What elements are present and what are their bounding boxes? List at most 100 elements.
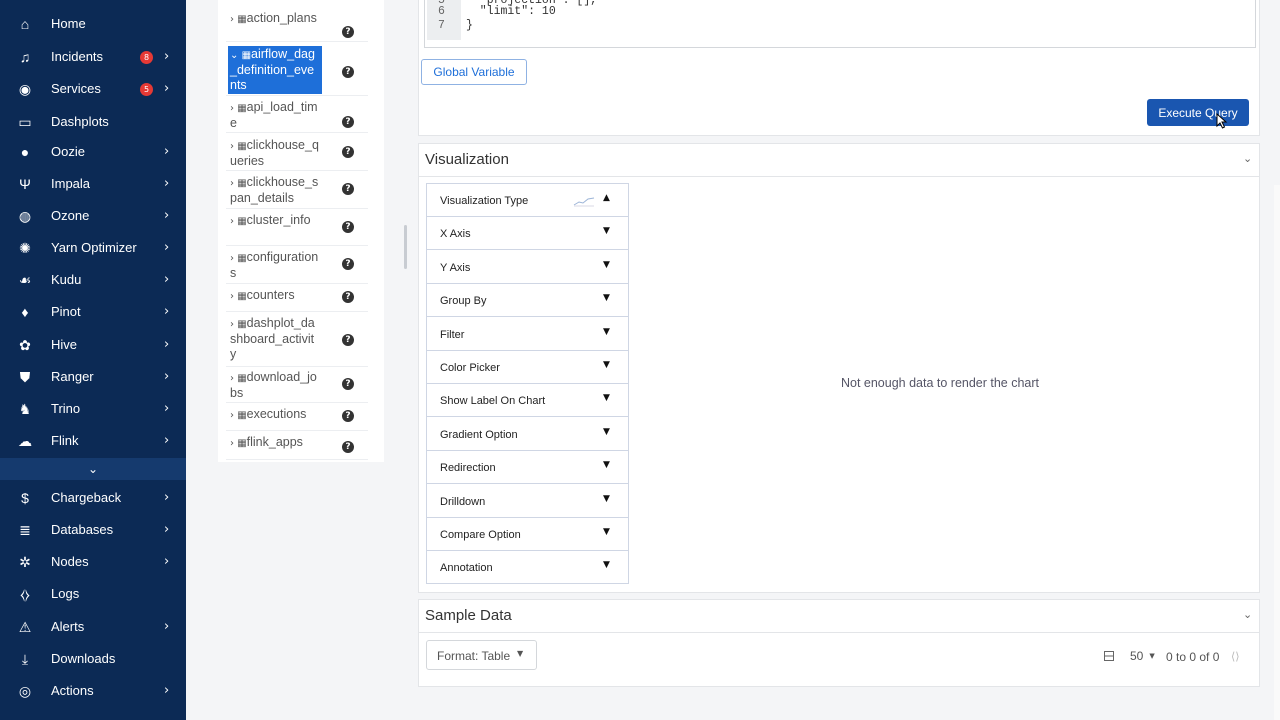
table-list-item[interactable]: › ▦configurations? bbox=[226, 247, 368, 284]
panel-resize-handle[interactable] bbox=[404, 225, 407, 269]
viz-option-gradient-option[interactable]: Gradient Option ▼ bbox=[427, 418, 628, 451]
viz-option-label: Group By bbox=[440, 295, 487, 308]
sidebar-item-services[interactable]: ◉ Services 5 › bbox=[0, 75, 186, 103]
sidebar-item-ozone[interactable]: ◍ Ozone › bbox=[0, 202, 186, 230]
page-scrollbar[interactable] bbox=[1274, 185, 1280, 720]
table-list-item[interactable]: › ▦cluster_info? bbox=[226, 210, 368, 246]
line-chart-icon bbox=[573, 194, 595, 207]
chevron-right-icon: › bbox=[164, 619, 170, 634]
sidebar-item-impala[interactable]: Ψ Impala › bbox=[0, 170, 186, 198]
empty-chart-message: Not enough data to render the chart bbox=[840, 376, 1040, 390]
help-icon[interactable]: ? bbox=[342, 183, 354, 195]
sidebar-item-label: Alerts bbox=[51, 619, 85, 634]
sidebar-item-label: Chargeback bbox=[51, 490, 122, 505]
chevron-down-icon[interactable]: ⌄ bbox=[1243, 152, 1255, 165]
help-icon[interactable]: ? bbox=[342, 291, 354, 303]
table-list-item[interactable]: ⌄ ▦airflow_dag_definition_events? bbox=[226, 44, 368, 96]
chevron-right-icon: › bbox=[164, 683, 170, 698]
sidebar-item-databases[interactable]: ≣ Databases › bbox=[0, 516, 186, 544]
table-list-item[interactable]: › ▦clickhouse_span_details? bbox=[226, 172, 368, 209]
sample-data-header[interactable] bbox=[418, 599, 1260, 633]
help-icon[interactable]: ? bbox=[342, 378, 354, 390]
viz-option-label: Color Picker bbox=[440, 362, 500, 374]
pinot-icon: ♦ bbox=[21, 304, 29, 320]
chevron-right-icon: › bbox=[164, 369, 170, 384]
help-icon[interactable]: ? bbox=[342, 116, 354, 128]
viz-option-show-label-on-chart[interactable]: Show Label On Chart ▼ bbox=[427, 384, 628, 418]
viz-option-x-axis[interactable]: X Axis ▼ bbox=[427, 217, 628, 251]
caret-down-icon: ▼ bbox=[603, 426, 610, 437]
viz-option-compare-option[interactable]: Compare Option ▼ bbox=[427, 518, 628, 551]
viz-option-visualization-type[interactable]: Visualization Type ▲ bbox=[427, 184, 628, 217]
viz-option-group-by[interactable]: Group By ▼ bbox=[427, 284, 628, 318]
page-size-select[interactable]: 50 ▼ bbox=[1104, 649, 1155, 663]
table-name: › ▦download_jobs bbox=[228, 369, 322, 402]
format-dropdown[interactable]: Format: Table ▼ bbox=[426, 640, 537, 670]
table-list-item[interactable]: › ▦dashplot_dashboard_activity? bbox=[226, 313, 368, 367]
sidebar-expand-toggle[interactable]: ⌄ bbox=[0, 458, 186, 480]
table-name: › ▦executions bbox=[228, 406, 322, 424]
sidebar-item-label: Databases bbox=[51, 522, 114, 537]
sidebar-item-downloads[interactable]: ⤓ Downloads bbox=[0, 645, 186, 673]
sidebar-item-nodes[interactable]: ✲ Nodes › bbox=[0, 548, 186, 576]
sidebar-item-alerts[interactable]: ⚠ Alerts › bbox=[0, 613, 186, 641]
sidebar-item-hive[interactable]: ✿ Hive › bbox=[0, 331, 186, 359]
visualization-header[interactable] bbox=[418, 143, 1260, 177]
code-line[interactable]: } bbox=[466, 19, 473, 32]
help-icon[interactable]: ? bbox=[342, 258, 354, 270]
caret-down-icon: ▼ bbox=[603, 560, 610, 571]
table-name-label: counters bbox=[246, 288, 295, 302]
chevron-down-icon[interactable]: ⌄ bbox=[1243, 608, 1255, 621]
viz-option-redirection[interactable]: Redirection ▼ bbox=[427, 451, 628, 485]
sidebar-item-pinot[interactable]: ♦ Pinot › bbox=[0, 298, 186, 326]
caret-down-icon: ▼ bbox=[603, 226, 610, 237]
sidebar-item-dashplots[interactable]: ▭ Dashplots bbox=[0, 108, 186, 136]
caret-down-icon: ▼ bbox=[603, 393, 610, 404]
help-icon[interactable]: ? bbox=[342, 441, 354, 453]
sidebar-item-logs[interactable]: ⧼⧽ Logs bbox=[0, 580, 186, 608]
pagination-arrows-icon[interactable]: ⟨⟩ bbox=[1231, 650, 1240, 663]
table-list-item[interactable]: › ▦counters? bbox=[226, 285, 368, 312]
table-name-label: action_plans bbox=[246, 11, 317, 25]
table-list-item[interactable]: › ▦clickhouse_queries? bbox=[226, 135, 368, 171]
sidebar-item-trino[interactable]: ♞ Trino › bbox=[0, 395, 186, 423]
help-icon[interactable]: ? bbox=[342, 26, 354, 38]
viz-option-annotation[interactable]: Annotation ▼ bbox=[427, 551, 628, 585]
sidebar-item-incidents[interactable]: ♫ Incidents 8 › bbox=[0, 43, 186, 71]
sidebar-item-kudu[interactable]: ☙ Kudu › bbox=[0, 266, 186, 294]
viz-option-label: Annotation bbox=[440, 562, 493, 575]
table-grid-icon: ▦ bbox=[241, 50, 252, 61]
table-grid-icon: ▦ bbox=[237, 373, 247, 384]
sidebar-item-ranger[interactable]: ⛊ Ranger › bbox=[0, 363, 186, 391]
table-list-panel: › ▦action_plans? ⌄ ▦airflow_dag_definitio… bbox=[218, 0, 384, 462]
code-line[interactable]: "limit": 10 bbox=[466, 5, 556, 18]
table-list-item[interactable]: › ▦download_jobs? bbox=[226, 367, 368, 403]
help-icon[interactable]: ? bbox=[342, 221, 354, 233]
sidebar-item-label: Trino bbox=[51, 401, 81, 416]
viz-option-y-axis[interactable]: Y Axis ▼ bbox=[427, 251, 628, 284]
viz-option-color-picker[interactable]: Color Picker ▼ bbox=[427, 351, 628, 384]
sidebar-item-chargeback[interactable]: $ Chargeback › bbox=[0, 484, 186, 512]
sidebar-item-oozie[interactable]: ● Oozie › bbox=[0, 138, 186, 166]
viz-option-filter[interactable]: Filter ▼ bbox=[427, 318, 628, 351]
table-list-item[interactable]: › ▦flink_apps? bbox=[226, 432, 368, 460]
table-name: › ▦action_plans bbox=[228, 10, 322, 28]
help-icon[interactable]: ? bbox=[342, 410, 354, 422]
table-list-item[interactable]: › ▦executions? bbox=[226, 404, 368, 431]
table-grid-icon: ▦ bbox=[237, 178, 247, 189]
sidebar-item-flink[interactable]: ☁ Flink › bbox=[0, 427, 186, 455]
help-icon[interactable]: ? bbox=[342, 146, 354, 158]
global-variable-button[interactable]: Global Variable bbox=[421, 59, 527, 85]
table-list-item[interactable]: › ▦api_load_time? bbox=[226, 97, 368, 133]
sidebar-item-label: Ozone bbox=[51, 208, 90, 223]
hive-icon: ✿ bbox=[19, 336, 31, 353]
table-list-item[interactable]: › ▦action_plans? bbox=[226, 8, 368, 42]
sidebar-item-actions[interactable]: ◎ Actions › bbox=[0, 677, 186, 705]
table-grid-icon: ▦ bbox=[237, 103, 247, 114]
viz-option-drilldown[interactable]: Drilldown ▼ bbox=[427, 485, 628, 518]
help-icon[interactable]: ? bbox=[342, 66, 354, 78]
help-icon[interactable]: ? bbox=[342, 334, 354, 346]
execute-query-button[interactable]: Execute Query bbox=[1147, 99, 1249, 126]
sidebar-item-yarn-optimizer[interactable]: ✺ Yarn Optimizer › bbox=[0, 234, 186, 262]
sidebar-item-home[interactable]: ⌂ Home bbox=[0, 10, 186, 38]
